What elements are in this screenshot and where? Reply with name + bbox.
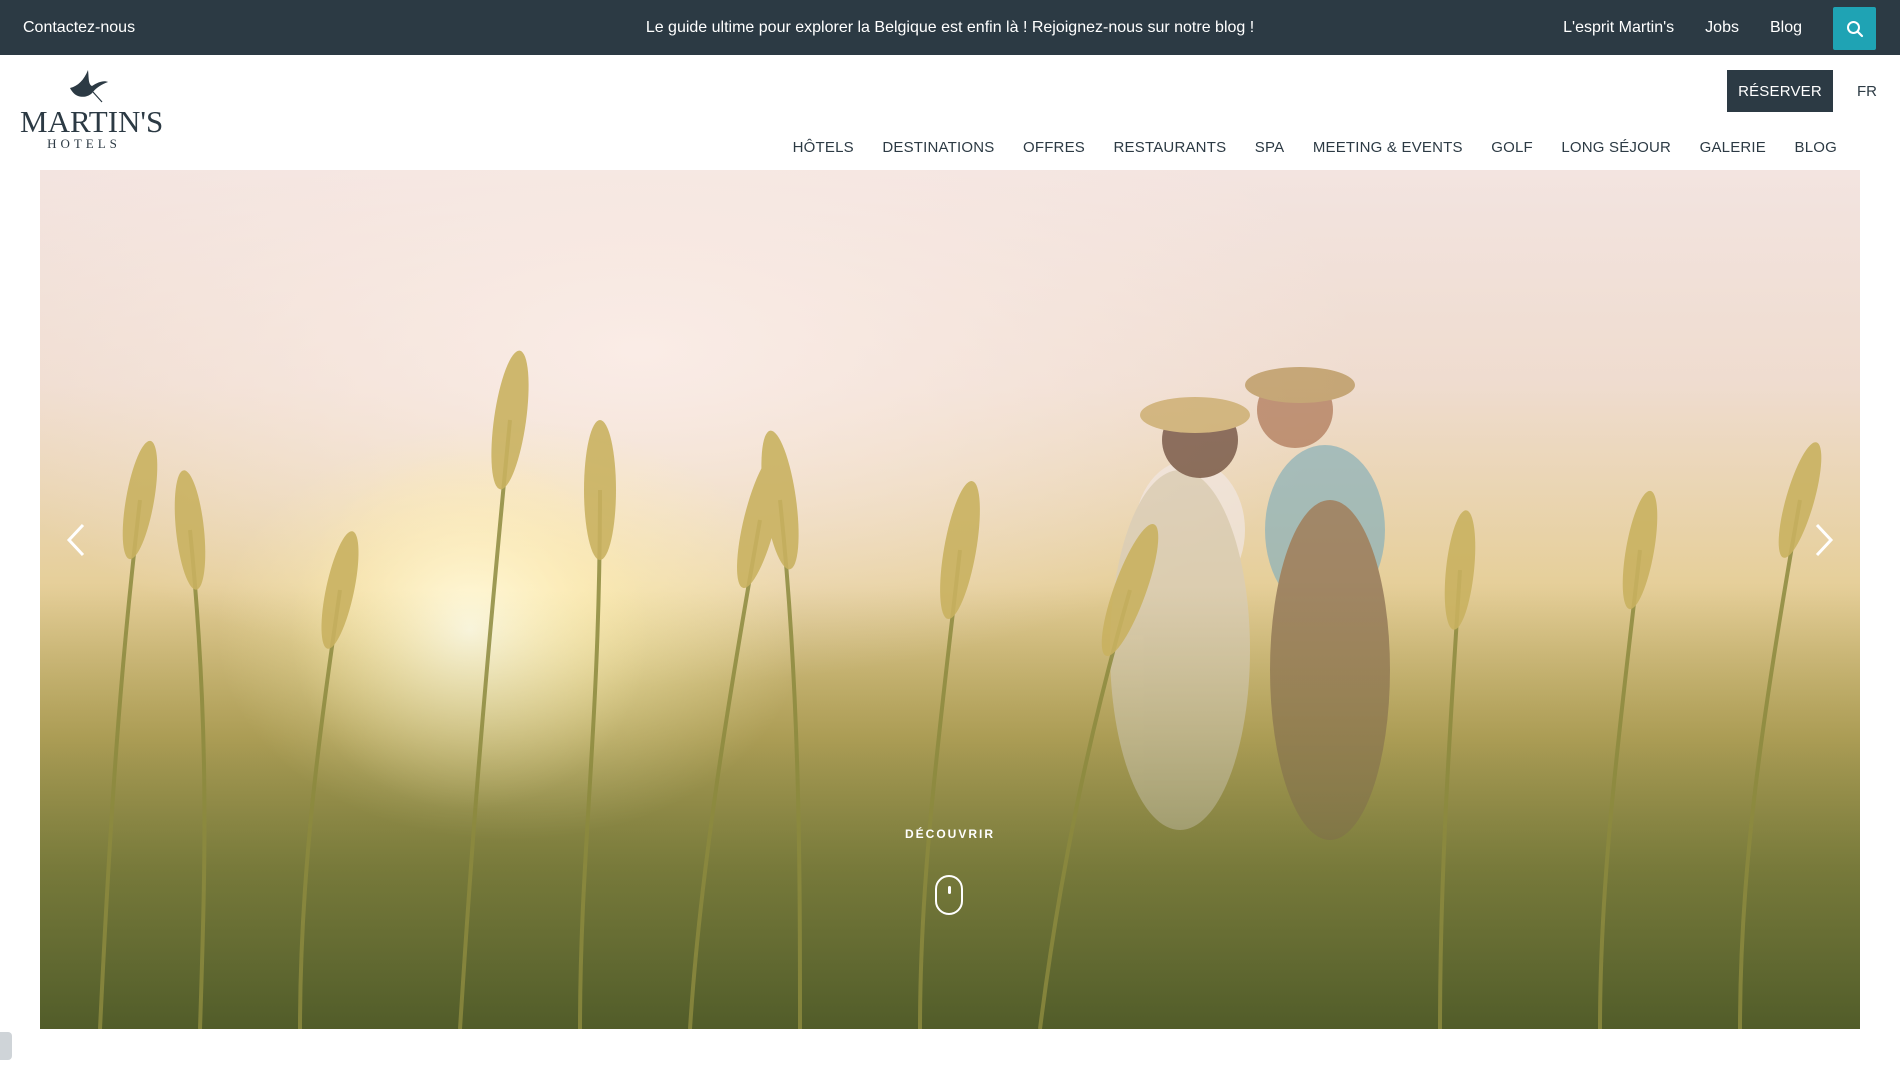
chevron-right-icon [1815,523,1834,557]
nav-item-spa[interactable]: SPA [1255,139,1285,156]
reserve-button[interactable]: RÉSERVER [1727,70,1833,112]
nav-item-meeting-events[interactable]: MEETING & EVENTS [1313,139,1463,156]
search-icon [1846,20,1863,37]
discover-label[interactable]: DÉCOUVRIR [40,827,1860,841]
logo-wordmark: MARTIN'S [20,104,164,139]
chevron-left-icon [66,523,85,557]
hero-slider: DÉCOUVRIR [40,170,1860,1029]
language-selector[interactable]: FR [1857,83,1877,100]
nav-item-long-sejour[interactable]: LONG SÉJOUR [1561,139,1671,156]
nav-item-golf[interactable]: GOLF [1491,139,1533,156]
nav-item-offres[interactable]: OFFRES [1023,139,1085,156]
nav-item-restaurants[interactable]: RESTAURANTS [1114,139,1227,156]
top-bar: Contactez-nous Le guide ultime pour expl… [0,0,1900,55]
top-link-jobs[interactable]: Jobs [1705,19,1739,37]
nav-item-blog[interactable]: BLOG [1795,139,1837,156]
nav-item-destinations[interactable]: DESTINATIONS [882,139,994,156]
side-handle[interactable] [0,1032,12,1060]
slider-next-button[interactable] [1804,515,1844,565]
announcement-link[interactable]: Le guide ultime pour explorer la Belgiqu… [646,19,1254,36]
top-link-blog[interactable]: Blog [1770,19,1802,37]
logo-subtitle: HOTELS [47,136,121,151]
slider-prev-button[interactable] [56,515,96,565]
logo[interactable]: MARTIN'S HOTELS [20,66,164,152]
mouse-wheel [948,886,951,894]
top-links: L'esprit Martin's Jobs Blog [1563,19,1802,37]
mouse-scroll-icon[interactable] [935,875,963,915]
search-button[interactable] [1833,7,1876,50]
bird-logo-icon [70,70,108,103]
nav-item-hotels[interactable]: HÔTELS [793,139,854,156]
top-link-esprit[interactable]: L'esprit Martin's [1563,19,1674,37]
main-nav: HÔTELS DESTINATIONS OFFRES RESTAURANTS S… [764,139,1837,156]
contact-link[interactable]: Contactez-nous [23,19,135,37]
nav-item-galerie[interactable]: GALERIE [1700,139,1766,156]
